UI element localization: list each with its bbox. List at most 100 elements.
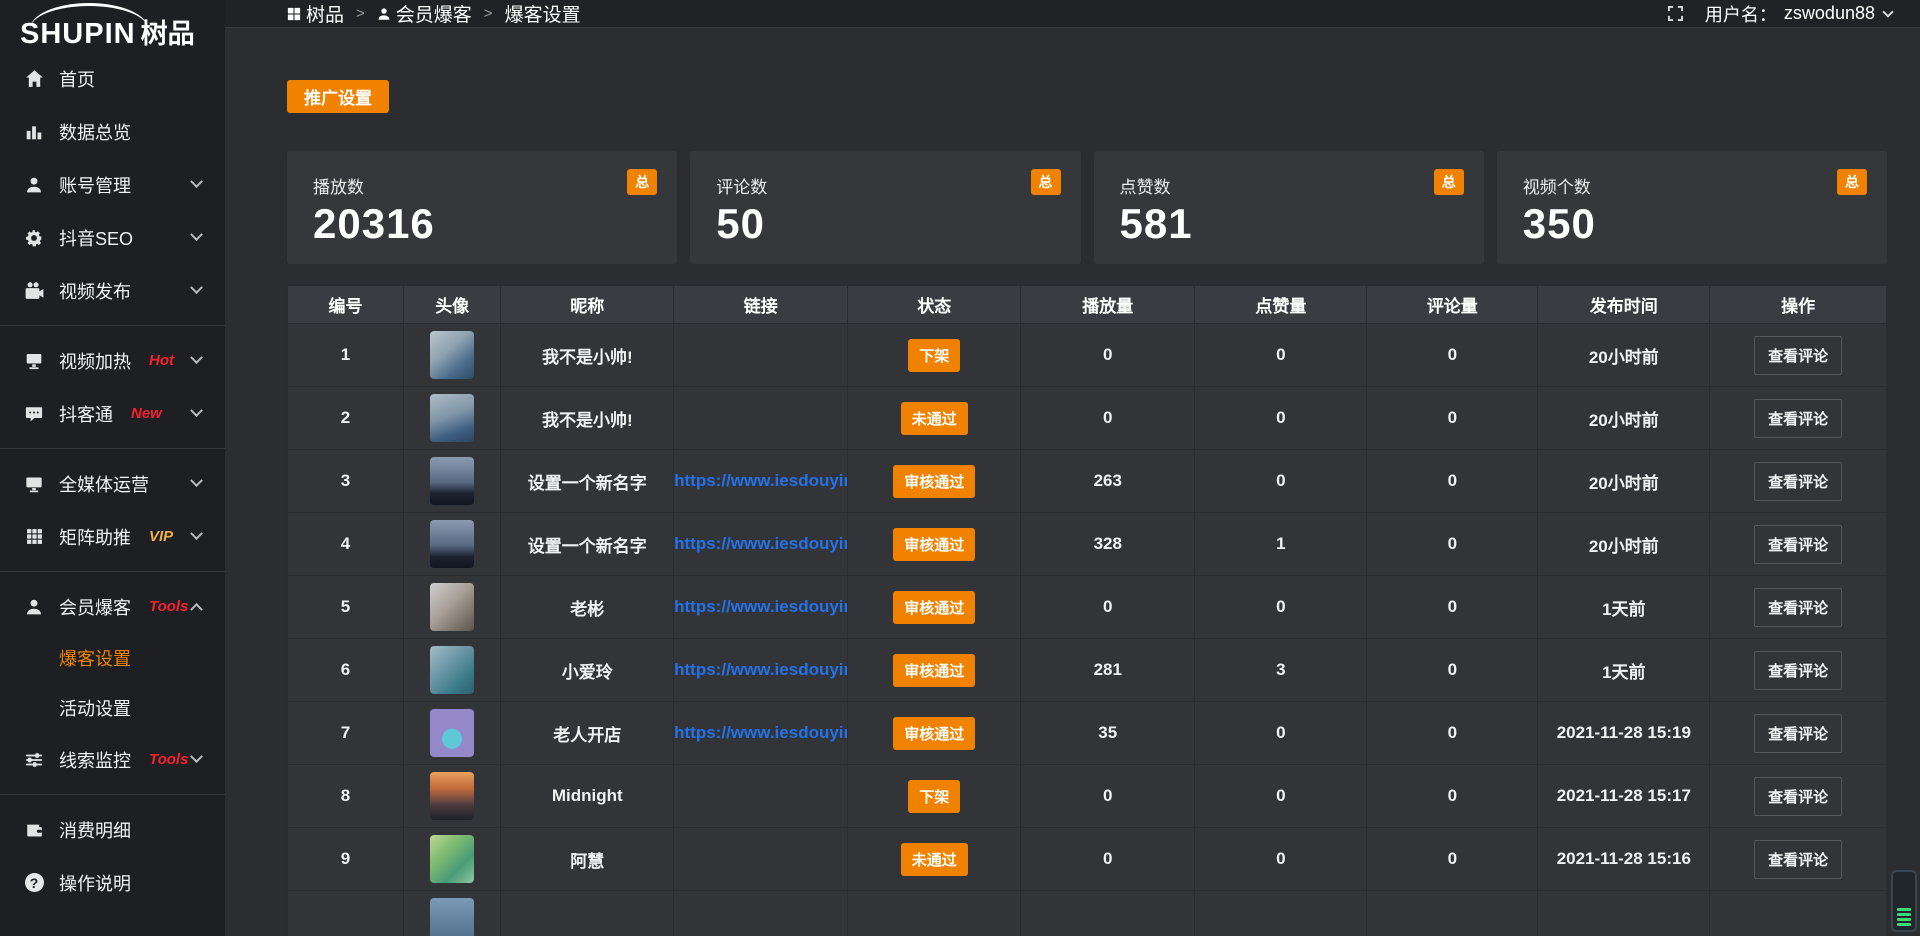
- sidebar-item-matrix-boost[interactable]: 矩阵助推 VIP: [0, 510, 225, 563]
- sidebar-item-video-publish[interactable]: 视频发布: [0, 264, 225, 317]
- sidebar-subitem-label: 活动设置: [59, 695, 131, 721]
- sidebar-item-label: 账号管理: [59, 172, 131, 198]
- status-badge: 下架: [908, 780, 960, 813]
- likes-count: 0: [1195, 765, 1367, 828]
- view-comments-button[interactable]: 查看评论: [1754, 525, 1842, 564]
- view-comments-button[interactable]: 查看评论: [1754, 777, 1842, 816]
- chevron-down-icon: [190, 750, 203, 763]
- home-icon: [24, 69, 44, 89]
- breadcrumb-item-shupin[interactable]: 树品: [287, 0, 344, 27]
- avatar: [430, 898, 474, 936]
- plays-count: 263: [1021, 450, 1195, 513]
- nickname: 小爱玲: [501, 639, 674, 702]
- dashboard-icon: [287, 7, 301, 21]
- view-comments-button[interactable]: 查看评论: [1754, 399, 1842, 438]
- sidebar-item-label: 抖音SEO: [59, 225, 133, 251]
- publish-time: [1538, 891, 1710, 936]
- publish-time: 20小时前: [1538, 324, 1710, 387]
- row-number: 5: [288, 576, 404, 639]
- sidebar-item-label: 会员爆客: [59, 594, 131, 620]
- nickname: [501, 891, 674, 936]
- breadcrumb-item-member-baoke[interactable]: 会员爆客: [377, 0, 472, 27]
- row-number: [288, 891, 404, 936]
- breadcrumb-separator: >: [484, 5, 493, 22]
- view-comments-button[interactable]: 查看评论: [1754, 714, 1842, 753]
- stat-card: 总 播放数 20316: [287, 151, 677, 264]
- likes-count: 0: [1195, 828, 1367, 891]
- stat-label: 评论数: [716, 173, 1080, 198]
- view-comments-button[interactable]: 查看评论: [1754, 462, 1842, 501]
- breadcrumb-label: 爆客设置: [505, 0, 581, 27]
- sidebar-item-home[interactable]: 首页: [0, 52, 225, 105]
- user-menu[interactable]: 用户名：zswodun88: [1705, 1, 1892, 27]
- video-link[interactable]: https://www.iesdouyin.c: [674, 660, 848, 679]
- view-comments-button[interactable]: 查看评论: [1754, 588, 1842, 627]
- video-camera-icon: [24, 281, 44, 301]
- sidebar-item-label: 矩阵助推: [59, 524, 131, 550]
- sidebar-divider: [0, 325, 225, 326]
- col-publish-time: 发布时间: [1538, 286, 1710, 324]
- table-row: 4 设置一个新名字 https://www.iesdouyin.c 审核通过 3…: [288, 513, 1887, 576]
- chevron-up-icon: [190, 603, 203, 616]
- fullscreen-icon[interactable]: [1666, 4, 1685, 23]
- sidebar-item-account-management[interactable]: 账号管理: [0, 158, 225, 211]
- sidebar-item-video-heat[interactable]: 视频加热 Hot: [0, 334, 225, 387]
- sidebar-item-member-baoke[interactable]: 会员爆客 Tools: [0, 580, 225, 633]
- sidebar-item-doketong[interactable]: 抖客通 New: [0, 387, 225, 440]
- publish-time: 20小时前: [1538, 513, 1710, 576]
- status-badge: 审核通过: [893, 717, 975, 750]
- sidebar-subitem-activity-settings[interactable]: 活动设置: [0, 683, 225, 733]
- video-link[interactable]: https://www.iesdouyin.c: [674, 723, 848, 742]
- video-link[interactable]: https://www.iesdouyin.c: [674, 534, 848, 553]
- new-tag: New: [131, 405, 162, 422]
- avatar: [430, 709, 474, 757]
- status-badge: 下架: [908, 339, 960, 372]
- promo-settings-button[interactable]: 推广设置: [287, 80, 389, 113]
- view-comments-button[interactable]: 查看评论: [1754, 651, 1842, 690]
- publish-time: 2021-11-28 15:19: [1538, 702, 1710, 765]
- sidebar-item-label: 首页: [59, 66, 95, 92]
- user-icon: [377, 7, 391, 21]
- plays-count: 35: [1021, 702, 1195, 765]
- sidebar-item-douyin-seo[interactable]: 抖音SEO: [0, 211, 225, 264]
- video-link[interactable]: https://www.iesdouyin.c: [674, 597, 848, 616]
- col-actions: 操作: [1710, 286, 1887, 324]
- plays-count: [1021, 891, 1195, 936]
- video-link[interactable]: https://www.iesdouyin.c: [674, 471, 848, 490]
- vip-tag: VIP: [149, 528, 173, 545]
- comments-count: [1367, 891, 1538, 936]
- sidebar-item-data-overview[interactable]: 数据总览: [0, 105, 225, 158]
- widget-bar: [1897, 908, 1911, 911]
- logo: SHUPIN树品: [0, 0, 225, 48]
- nickname: 我不是小帅!: [501, 324, 674, 387]
- breadcrumb-separator: >: [356, 5, 365, 22]
- sidebar-submenu: 爆客设置 活动设置: [0, 633, 225, 733]
- sidebar-item-all-media[interactable]: 全媒体运营: [0, 457, 225, 510]
- chevron-down-icon: [190, 281, 203, 294]
- sidebar-item-lead-monitor[interactable]: 线索监控 Tools: [0, 733, 225, 786]
- nickname: 阿慧: [501, 828, 674, 891]
- sidebar-item-spending-details[interactable]: 消费明细: [0, 803, 225, 856]
- nickname: 我不是小帅!: [501, 387, 674, 450]
- col-nickname: 昵称: [501, 286, 674, 324]
- videos-table: 编号 头像 昵称 链接 状态 播放量 点赞量 评论量 发布时间 操作 1: [287, 285, 1887, 936]
- col-avatar: 头像: [403, 286, 501, 324]
- avatar: [430, 394, 474, 442]
- table-row: 7 老人开店 https://www.iesdouyin.c 审核通过 35 0…: [288, 702, 1887, 765]
- topbar: 树品 > 会员爆客 > 爆客设置 用户名：zswodun88: [225, 0, 1920, 28]
- stat-cards: 总 播放数 20316 总 评论数 50 总 点赞数 581 总: [287, 151, 1887, 264]
- stat-label: 点赞数: [1120, 173, 1484, 198]
- total-badge: 总: [627, 169, 657, 195]
- avatar: [430, 646, 474, 694]
- floating-widget[interactable]: [1891, 870, 1917, 932]
- chevron-down-icon: [190, 351, 203, 364]
- screen-icon: [24, 351, 44, 371]
- sidebar-item-instructions[interactable]: 操作说明: [0, 856, 225, 909]
- col-plays: 播放量: [1021, 286, 1195, 324]
- sidebar-subitem-baoke-settings[interactable]: 爆客设置: [0, 633, 225, 683]
- row-number: 2: [288, 387, 404, 450]
- view-comments-button[interactable]: 查看评论: [1754, 840, 1842, 879]
- view-comments-button[interactable]: 查看评论: [1754, 336, 1842, 375]
- sliders-icon: [24, 750, 44, 770]
- total-badge: 总: [1837, 169, 1867, 195]
